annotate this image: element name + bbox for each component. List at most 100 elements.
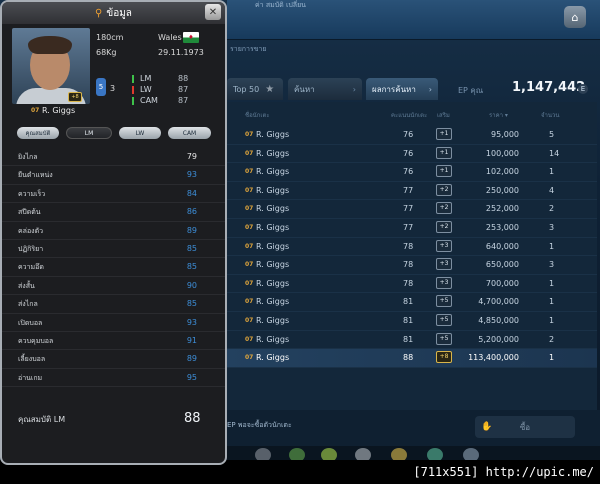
home-button[interactable]: ⌂ <box>564 6 586 28</box>
season-tag: 07 <box>245 279 254 287</box>
player-name: R. Giggs <box>256 334 290 344</box>
tab-top50[interactable]: Top 50 ★ <box>227 78 283 100</box>
player-name: R. Giggs <box>256 148 290 158</box>
overall-rating: 77 <box>403 185 414 195</box>
search-icon: ⚲ <box>95 7 103 19</box>
boost-badge: +8 <box>436 351 452 364</box>
stat-tab-attributes[interactable]: คุณสมบัติ <box>17 127 59 139</box>
overall-rating: 76 <box>403 130 414 139</box>
home-icon: ⌂ <box>571 10 579 24</box>
count: 2 <box>549 334 555 344</box>
attribute-row: คล่องตัว 89 <box>2 222 225 240</box>
count: 3 <box>549 222 555 232</box>
price: 4,850,000 <box>478 315 519 325</box>
season-tag: 07 <box>245 242 254 250</box>
table-rows: 07 R. Giggs 76 +1 95,000 5 07 R. Giggs 76 +1 100,0… <box>227 126 597 368</box>
boost-badge: +1 <box>436 146 452 159</box>
stat-tab-cam[interactable]: CAM <box>168 127 211 139</box>
attribute-row: ส่งไกล 85 <box>2 295 225 314</box>
table-row[interactable]: 07 R. Giggs 77 +2 253,000 3 <box>227 219 597 238</box>
attribute-value: 95 <box>186 372 197 382</box>
attribute-row: ส่งสั้น 90 <box>2 277 225 296</box>
overall-rating: 76 <box>403 167 414 177</box>
attribute-row: ความเร็ว 84 <box>2 185 225 204</box>
price: 5,200,000 <box>478 334 519 344</box>
attribute-name: ความเร็ว <box>18 189 46 198</box>
table-row[interactable]: 07 R. Giggs 76 +1 100,000 14 <box>227 145 597 164</box>
position-row: CAM 87 <box>132 96 188 105</box>
player-name: R. Giggs <box>256 185 290 195</box>
total-rating-label: คุณสมบัติ LM <box>18 415 66 424</box>
price: 650,000 <box>485 260 519 270</box>
table-row[interactable]: 07 R. Giggs 81 +5 4,700,000 1 <box>227 293 597 312</box>
tab-results-label: ผลการค้นหา <box>372 84 416 94</box>
attribute-name: ยืนตำแหน่ง <box>18 171 53 180</box>
price: 4,700,000 <box>478 297 519 307</box>
col-name[interactable]: ชื่อนักเตะ <box>245 110 270 120</box>
weak-foot-badge: 5 <box>96 78 106 96</box>
price: 253,000 <box>485 222 519 232</box>
count: 1 <box>549 241 555 251</box>
wales-flag-icon: ♦ <box>183 32 199 43</box>
player-dob: 29.11.1973 <box>158 48 204 57</box>
tab-search[interactable]: ค้นหา › <box>288 78 362 100</box>
count: 5 <box>549 130 555 139</box>
boost-badge: +5 <box>436 295 452 308</box>
attribute-row: เปิดบอล 93 <box>2 314 225 332</box>
col-boost[interactable]: เสริม <box>437 110 450 120</box>
table-row[interactable]: 07 R. Giggs 81 +5 5,200,000 2 <box>227 331 597 350</box>
buy-button[interactable]: ✋ ซื้อ <box>475 416 575 438</box>
season-tag: 07 <box>245 205 254 213</box>
table-row[interactable]: 07 R. Giggs 81 +5 4,850,000 1 <box>227 312 597 331</box>
buy-label: ซื้อ <box>519 422 531 432</box>
attribute-name: ปฏิกิริยา <box>18 244 44 253</box>
attribute-value: 79 <box>186 152 197 161</box>
col-ovr[interactable]: คะแนนนักเตะ <box>391 110 427 120</box>
overall-rating: 77 <box>403 222 414 232</box>
panel-title: ข้อมูล <box>106 7 132 19</box>
boost-badge: +3 <box>436 239 452 252</box>
player-name: R. Giggs <box>256 297 290 307</box>
stat-tab-lw[interactable]: LW <box>119 127 161 139</box>
overall-rating: 88 <box>403 353 414 363</box>
boost-badge: +3 <box>436 276 452 289</box>
trade-list-label: รายการขาย <box>230 45 267 53</box>
attribute-name: ส่งสั้น <box>18 281 35 290</box>
attribute-value: 90 <box>186 280 197 290</box>
stat-tab-lm[interactable]: LM <box>66 127 112 139</box>
ep-value: 1,147,442 <box>512 80 586 95</box>
position-name: LW <box>140 85 152 94</box>
table-row[interactable]: 07 R. Giggs 77 +2 250,000 4 <box>227 182 597 201</box>
close-button[interactable]: ✕ <box>205 4 221 20</box>
attribute-name: ส่งไกล <box>18 300 38 309</box>
table-row[interactable]: 07 R. Giggs 76 +1 95,000 5 <box>227 126 597 145</box>
attribute-row: ความอึด 85 <box>2 258 225 277</box>
player-name: R. Giggs <box>42 106 76 115</box>
attribute-name: คล่องตัว <box>18 226 44 235</box>
table-row[interactable]: 07 R. Giggs 88 +8 113,400,000 1 <box>227 349 597 368</box>
table-row[interactable]: 07 R. Giggs 78 +3 640,000 1 <box>227 238 597 257</box>
attribute-name: ยิงไกล <box>18 153 38 161</box>
table-row[interactable]: 07 R. Giggs 77 +2 252,000 2 <box>227 200 597 219</box>
col-count[interactable]: จำนวน <box>541 110 559 120</box>
bottom-bar: EP พอจะซื้อตัวนักเตะ ✋ ซื้อ <box>227 410 600 446</box>
count: 1 <box>549 167 555 177</box>
skill-moves: 3 <box>110 84 116 93</box>
player-name: R. Giggs <box>256 130 290 139</box>
table-row[interactable]: 07 R. Giggs 76 +1 102,000 1 <box>227 163 597 182</box>
overall-rating: 78 <box>403 241 414 251</box>
attribute-name: เปิดบอล <box>18 318 43 327</box>
hand-icon: ✋ <box>481 422 493 432</box>
table-row[interactable]: 07 R. Giggs 78 +3 700,000 1 <box>227 275 597 294</box>
price: 95,000 <box>491 130 519 139</box>
count: 1 <box>549 297 555 307</box>
price: 252,000 <box>485 204 519 214</box>
results-table: ชื่อนักเตะ คะแนนนักเตะ เสริม ราคา ▾ จำนว… <box>227 102 597 410</box>
stage: ค่า สมบัติ เปลี่ยน ⌂ รายการขาย Top 50 ★ … <box>0 0 600 484</box>
table-row[interactable]: 07 R. Giggs 78 +3 650,000 3 <box>227 256 597 275</box>
boost-badge: +1 <box>436 165 452 178</box>
position-value: 88 <box>178 74 189 83</box>
attribute-value: 85 <box>186 299 197 309</box>
tab-search-results[interactable]: ผลการค้นหา › <box>366 78 438 100</box>
col-price[interactable]: ราคา ▾ <box>489 110 508 120</box>
